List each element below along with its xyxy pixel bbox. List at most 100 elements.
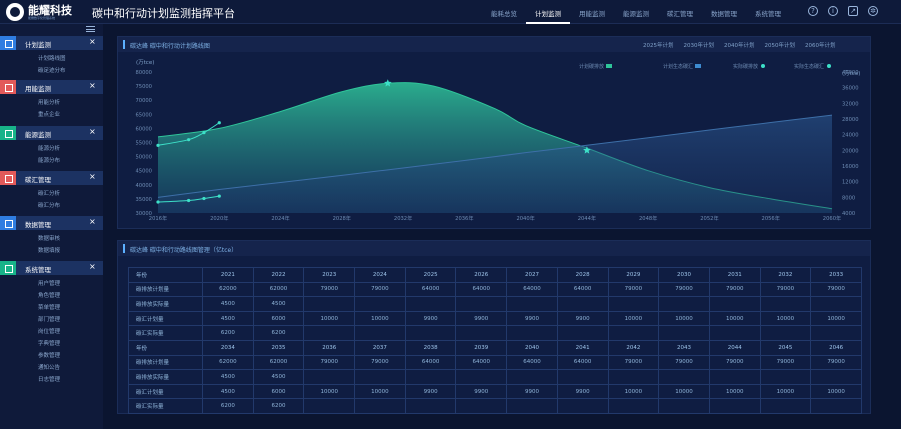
- sidebar-item[interactable]: 日志管理: [38, 375, 60, 383]
- sidebar-item[interactable]: 用能分析: [38, 98, 60, 106]
- table-year-cell: 2046: [810, 339, 862, 356]
- year-tab-4[interactable]: 2060年计划: [805, 41, 836, 49]
- table-cell: 10000: [708, 310, 761, 327]
- sidebar-item[interactable]: 碳汇分析: [38, 189, 60, 197]
- table-row: 碳排放实际量 4500 4500: [128, 296, 862, 312]
- table-year-cell: 2032: [759, 267, 812, 283]
- close-icon[interactable]: ×: [89, 172, 96, 181]
- table-cell: [455, 369, 508, 385]
- sidebar-item[interactable]: 碳足迹分布: [38, 66, 66, 74]
- nav-item-6[interactable]: 系统管理: [746, 0, 790, 24]
- nav-item-3[interactable]: 能源监测: [614, 0, 658, 24]
- table-row-label: 碳排放计划量: [128, 281, 203, 298]
- sidebar-item[interactable]: 重点企业: [38, 110, 60, 118]
- sidebar-group-5[interactable]: 系统管理 ×: [0, 261, 103, 275]
- table-cell: [658, 325, 710, 341]
- table-cell: 79000: [354, 281, 406, 298]
- year-tab-1[interactable]: 2030年计划: [684, 41, 715, 49]
- legend-swatch: [695, 64, 701, 68]
- year-tab-3[interactable]: 2050年计划: [765, 41, 796, 49]
- table-row-label: 碳排放计划量: [128, 354, 203, 371]
- sidebar-item[interactable]: 部门管理: [38, 315, 60, 323]
- help-icon[interactable]: ?: [808, 6, 818, 16]
- table-cell: [506, 296, 558, 312]
- sidebar-item[interactable]: 碳汇分布: [38, 201, 60, 209]
- close-icon[interactable]: ×: [89, 217, 96, 226]
- close-icon[interactable]: ×: [89, 262, 96, 271]
- table-cell: [506, 369, 558, 385]
- table-cell: [810, 325, 862, 341]
- table-year-cell: 2029: [607, 267, 660, 283]
- sidebar-item[interactable]: 数据填报: [38, 246, 60, 254]
- table-year-cell: 2045: [759, 339, 812, 356]
- table-cell: [556, 398, 609, 414]
- table-cell: [455, 398, 508, 414]
- x-tick-label: 2056年: [762, 214, 780, 222]
- chart-panel-title: 碳达峰 碳中和行动计划路线图: [130, 43, 210, 50]
- sidebar-item[interactable]: 通知公告: [38, 363, 60, 371]
- table-year-row: 年份 2021 2022 2023 2024 2025 2026 2027 2028 2029 20…: [128, 267, 862, 283]
- sidebar-group-3[interactable]: 碳汇管理 ×: [0, 171, 103, 185]
- sidebar-item[interactable]: 能源分布: [38, 156, 60, 164]
- x-tick-label: 2052年: [700, 214, 718, 222]
- table-year-cell: 2021: [202, 267, 254, 283]
- sidebar-item[interactable]: 参数管理: [38, 351, 60, 359]
- sidebar-item[interactable]: 字典管理: [38, 339, 60, 347]
- sidebar-item[interactable]: 计划路线图: [38, 54, 66, 62]
- table-cell: [607, 296, 660, 312]
- table-cell: 79000: [708, 281, 761, 298]
- table-row: 碳排放计划量 62000 62000 79000 79000 64000 64000 6400…: [128, 281, 862, 298]
- table-cell: 9900: [506, 383, 558, 400]
- x-tick-label: 2020年: [210, 214, 228, 222]
- sidebar-group-0[interactable]: 计划监测 ×: [0, 36, 103, 50]
- nav-item-0[interactable]: 能耗总览: [482, 0, 526, 24]
- roadmap-chart-svg: (万tce)(万tce)3000035000400004500050000550…: [135, 59, 860, 222]
- x-tick-label: 2040年: [516, 214, 534, 222]
- y-tick-label-left: 35000: [135, 197, 152, 203]
- table-cell: 6200: [252, 398, 305, 414]
- sidebar-group-2[interactable]: 能源监测 ×: [0, 126, 103, 140]
- close-icon[interactable]: ×: [89, 127, 96, 136]
- x-tick-label: 2032年: [394, 214, 412, 222]
- sidebar-item[interactable]: 用户管理: [38, 279, 60, 287]
- table-year-cell: 2026: [455, 267, 508, 283]
- sidebar-item[interactable]: 能源分析: [38, 144, 60, 152]
- nav-item-1[interactable]: 计划监测: [526, 0, 570, 24]
- sidebar-group-label: 系统管理: [25, 266, 51, 274]
- sidebar-group-1[interactable]: 用能监测 ×: [0, 80, 103, 94]
- table-year-cell: 2024: [354, 267, 406, 283]
- year-tab-0[interactable]: 2025年计划: [643, 41, 674, 49]
- info-icon[interactable]: i: [828, 6, 838, 16]
- settings-icon[interactable]: ✲: [868, 6, 878, 16]
- y-tick-label-right: 32000: [842, 101, 859, 107]
- sidebar-item[interactable]: 数据审核: [38, 234, 60, 242]
- table-cell: 10000: [759, 310, 812, 327]
- year-tab-2[interactable]: 2040年计划: [724, 41, 755, 49]
- table-cell: [455, 325, 508, 341]
- logo[interactable]: 能耀科技 能耀数字化管理系统: [6, 3, 72, 21]
- nav-item-2[interactable]: 用能监测: [570, 0, 614, 24]
- table-cell: [455, 296, 508, 312]
- table-cell: 10000: [708, 383, 761, 400]
- year-tabs: 2025年计划 2030年计划 2040年计划 2050年计划 2060年计划: [643, 41, 836, 49]
- sidebar-group-4[interactable]: 数据管理 ×: [0, 216, 103, 230]
- close-icon[interactable]: ×: [89, 37, 96, 46]
- table-cell: 9900: [404, 383, 457, 400]
- table-row: 碳排放计划量 62000 62000 79000 79000 64000 64000 6400…: [128, 354, 862, 371]
- nav-item-5[interactable]: 数据管理: [702, 0, 746, 24]
- table-cell: 4500: [202, 383, 254, 400]
- table-row: 碳汇实际量 6200 6200: [128, 398, 862, 414]
- folder-icon: [0, 126, 16, 140]
- table-year-cell: 2031: [708, 267, 761, 283]
- menu-toggle-icon[interactable]: [86, 26, 95, 32]
- fullscreen-icon[interactable]: ↗: [848, 6, 858, 16]
- table-year-cell: 2037: [354, 339, 406, 356]
- sidebar-item[interactable]: 角色管理: [38, 291, 60, 299]
- sidebar-item[interactable]: 岗位管理: [38, 327, 60, 335]
- table-cell: 79000: [607, 281, 660, 298]
- close-icon[interactable]: ×: [89, 81, 96, 90]
- sidebar-item[interactable]: 菜单管理: [38, 303, 60, 311]
- nav-item-4[interactable]: 碳汇管理: [658, 0, 702, 24]
- table-cell: [810, 398, 862, 414]
- table-year-cell: 2044: [708, 339, 761, 356]
